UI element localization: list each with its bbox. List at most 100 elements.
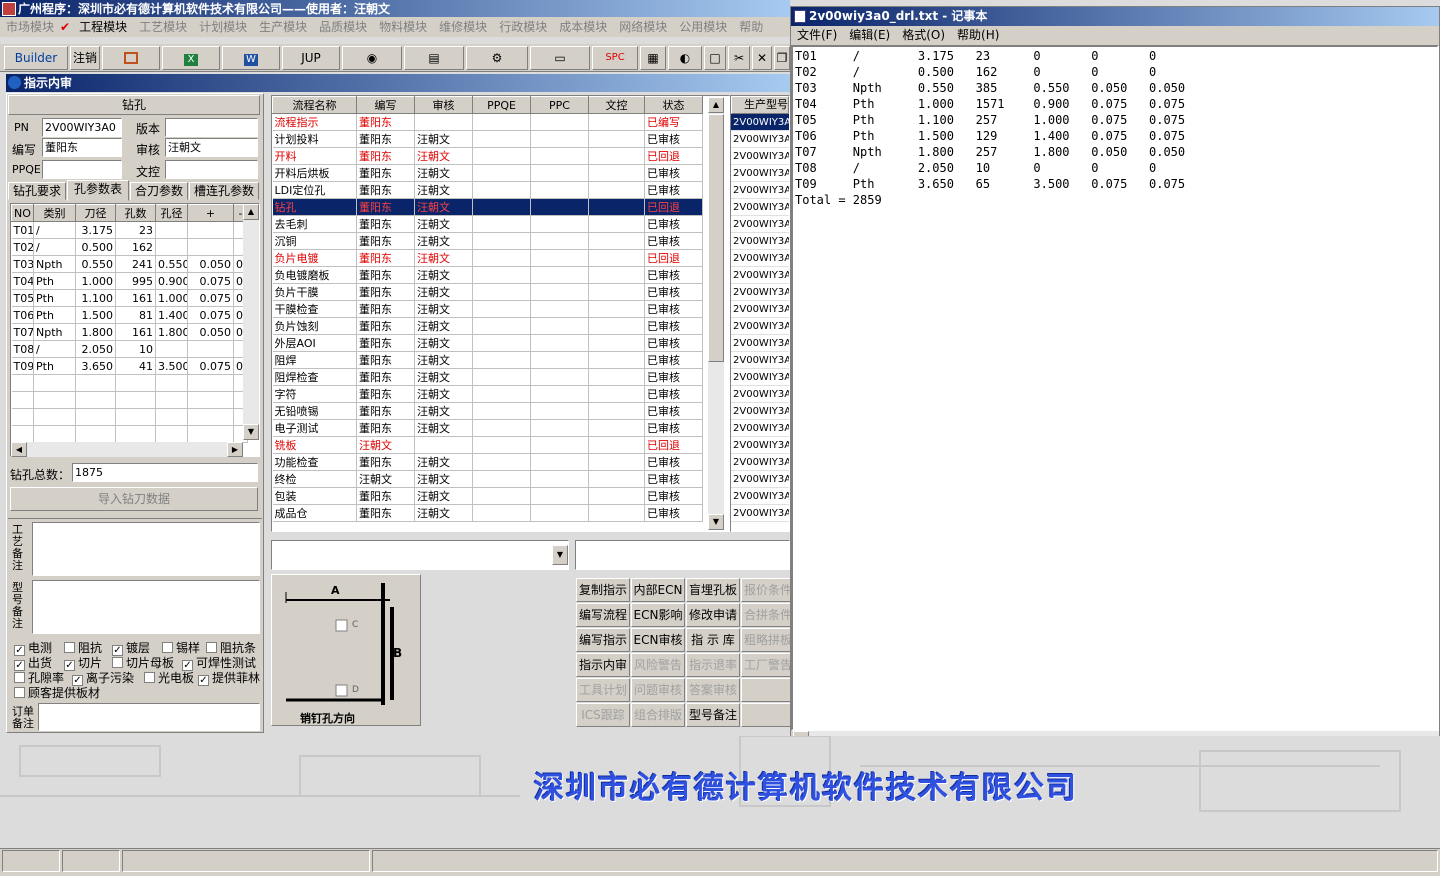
flow-row[interactable]: 计划投料 董阳东 汪朝文 已审核 [272,130,703,148]
new-file-icon[interactable]: □ [704,46,726,70]
tools-icon[interactable]: ⚙ [466,46,528,70]
copy-icon[interactable]: ❐ [774,46,790,70]
action-button[interactable]: 答案审核 [686,678,740,702]
drill-row[interactable]: T07 Npth 1.800 161 1.800 0.050 0. [11,323,248,341]
action-button[interactable] [741,703,795,727]
flow-row[interactable]: 负片电镀 董阳东 汪朝文 已回退 [272,249,703,267]
process-remark-field[interactable] [32,522,260,576]
flow-scroll-up-icon[interactable]: ▲ [708,97,724,113]
checkbox-option[interactable]: 光电板 [144,669,194,686]
flow-row[interactable]: 无铅喷锡 董阳东 汪朝文 已审核 [272,402,703,420]
model-list-item[interactable]: 2V00WIY3A [731,335,789,352]
checkbox-empty-icon[interactable] [144,672,155,683]
action-button[interactable]: 工厂警告 [741,653,795,677]
menu-item-10[interactable]: 网络模块 [613,17,673,37]
action-button[interactable]: 合拼条件 [741,603,795,627]
notepad-menu-item[interactable]: 编辑(E) [843,26,896,45]
menu-item-7[interactable]: 维修模块 [433,17,493,37]
flow-col-header[interactable]: 编写 [356,96,415,114]
flow-row[interactable]: 电子测试 董阳东 汪朝文 已审核 [272,419,703,437]
checkbox-option[interactable]: 顾客提供板材 [14,684,100,701]
model-list-item[interactable]: 2V00WIY3A [731,386,789,403]
model-list-item[interactable]: 2V00WIY3A [731,233,789,250]
action-button[interactable]: 指 示 库 [686,628,740,652]
action-button[interactable]: 编写指示 [576,628,630,652]
model-list-item[interactable]: 2V00WIY3A [731,488,789,505]
drill-col-header[interactable]: 类别 [33,204,76,222]
model-list-item[interactable]: 2V00WIY3A [731,131,789,148]
action-button[interactable]: 修改申请 [686,603,740,627]
drill-col-header[interactable]: NO [11,204,34,222]
close-icon[interactable]: ✕ [752,46,772,70]
drill-row[interactable]: T05 Pth 1.100 161 1.000 0.075 0. [11,289,248,307]
model-list-item[interactable]: 2V00WIY3A [731,318,789,335]
builder-button[interactable]: Builder [4,46,68,70]
action-button[interactable]: 问题审核 [631,678,685,702]
model-list-item[interactable]: 2V00WIY3A [731,505,789,522]
checkbox-checked-icon[interactable]: ✓ [198,675,209,686]
model-list-item[interactable]: 2V00WIY3A [731,284,789,301]
eye-icon[interactable]: ◉ [342,46,402,70]
cut-icon[interactable]: ✂ [728,46,750,70]
drill-row[interactable]: T06 Pth 1.500 81 1.400 0.075 0. [11,306,248,324]
drill-col-header[interactable]: 刀径 [75,204,116,222]
tab-slot-params[interactable]: 槽连孔参数 [189,182,259,200]
action-button[interactable]: 风险警告 [631,653,685,677]
model-list-item[interactable]: 2V00WIY3A [731,148,789,165]
globe-icon[interactable]: ◐ [668,46,702,70]
tab-tool-merge[interactable]: 合刀参数 [130,182,188,200]
flow-scroll-thumb[interactable] [708,114,724,362]
flow-row[interactable]: 阻焊 董阳东 汪朝文 已审核 [272,351,703,369]
ppt-icon[interactable] [102,46,160,70]
author-field[interactable]: 董阳东 [42,138,122,157]
model-list-item[interactable]: 2V00WIY3A [731,352,789,369]
drill-table-scrollbar[interactable] [243,204,259,440]
checkbox-empty-icon[interactable] [162,642,173,653]
checkbox-empty-icon[interactable] [14,687,25,698]
menu-item-12[interactable]: 帮助 [733,17,769,37]
menu-item-8[interactable]: 行政模块 [493,17,553,37]
flow-row[interactable]: 功能检查 董阳东 汪朝文 已审核 [272,453,703,471]
flow-col-header[interactable]: 文控 [588,96,645,114]
model-list-item[interactable]: 2V00WIY3A [731,454,789,471]
action-button[interactable]: 粗略拼板 [741,628,795,652]
scroll-down-icon[interactable]: ▼ [243,424,259,440]
flow-row[interactable]: 开料 董阳东 汪朝文 已回退 [272,147,703,165]
menu-item-0[interactable]: 市场模块 [0,17,60,37]
tab-drill-requirements[interactable]: 钻孔要求 [8,182,66,200]
action-button[interactable]: 复制指示 [576,578,630,602]
menu-item-11[interactable]: 公用模块 [673,17,733,37]
scroll-left-icon[interactable]: ◀ [11,442,27,457]
action-button[interactable]: 组合排版 [631,703,685,727]
reviewer-field[interactable]: 汪朝文 [165,138,258,157]
action-button[interactable]: ECN审核 [631,628,685,652]
version-field[interactable] [165,118,258,137]
menu-item-1[interactable]: 工程模块 [73,17,133,37]
ppqe-field[interactable] [42,160,122,179]
action-button[interactable]: 报价条件 [741,578,795,602]
menu-item-3[interactable]: 计划模块 [193,17,253,37]
action-button[interactable]: 盲埋孔板 [686,578,740,602]
combo-left[interactable] [271,540,569,570]
word-icon[interactable]: W [222,46,280,70]
menu-item-9[interactable]: 成本模块 [553,17,613,37]
action-button[interactable]: 指示退率 [686,653,740,677]
flow-row[interactable]: 包装 董阳东 汪朝文 已审核 [272,487,703,505]
flow-row[interactable]: 负电镀磨板 董阳东 汪朝文 已审核 [272,266,703,284]
checkbox-option[interactable]: ✓ 提供菲林 [198,669,260,686]
flow-scroll-down-icon[interactable]: ▼ [708,514,724,530]
logout-button[interactable]: 注销 [70,46,100,70]
drill-row[interactable]: T02/0.500 162 [11,238,248,256]
action-button[interactable]: 指示内审 [576,653,630,677]
jup-button[interactable]: JUP [282,46,340,70]
checkbox-empty-icon[interactable] [14,672,25,683]
action-button[interactable]: 内部ECN [631,578,685,602]
notepad-menu-item[interactable]: 帮助(H) [951,26,1005,45]
flow-row[interactable]: LDI定位孔 董阳东 汪朝文 已审核 [272,181,703,199]
computer-icon[interactable]: ▭ [530,46,590,70]
model-list-item[interactable]: 2V00WIY3A [731,199,789,216]
scroll-up-icon[interactable]: ▲ [243,204,259,220]
dropdown-arrow-icon[interactable]: ▼ [552,545,568,565]
checkbox-empty-icon[interactable] [64,642,75,653]
action-button[interactable]: ECN影响 [631,603,685,627]
